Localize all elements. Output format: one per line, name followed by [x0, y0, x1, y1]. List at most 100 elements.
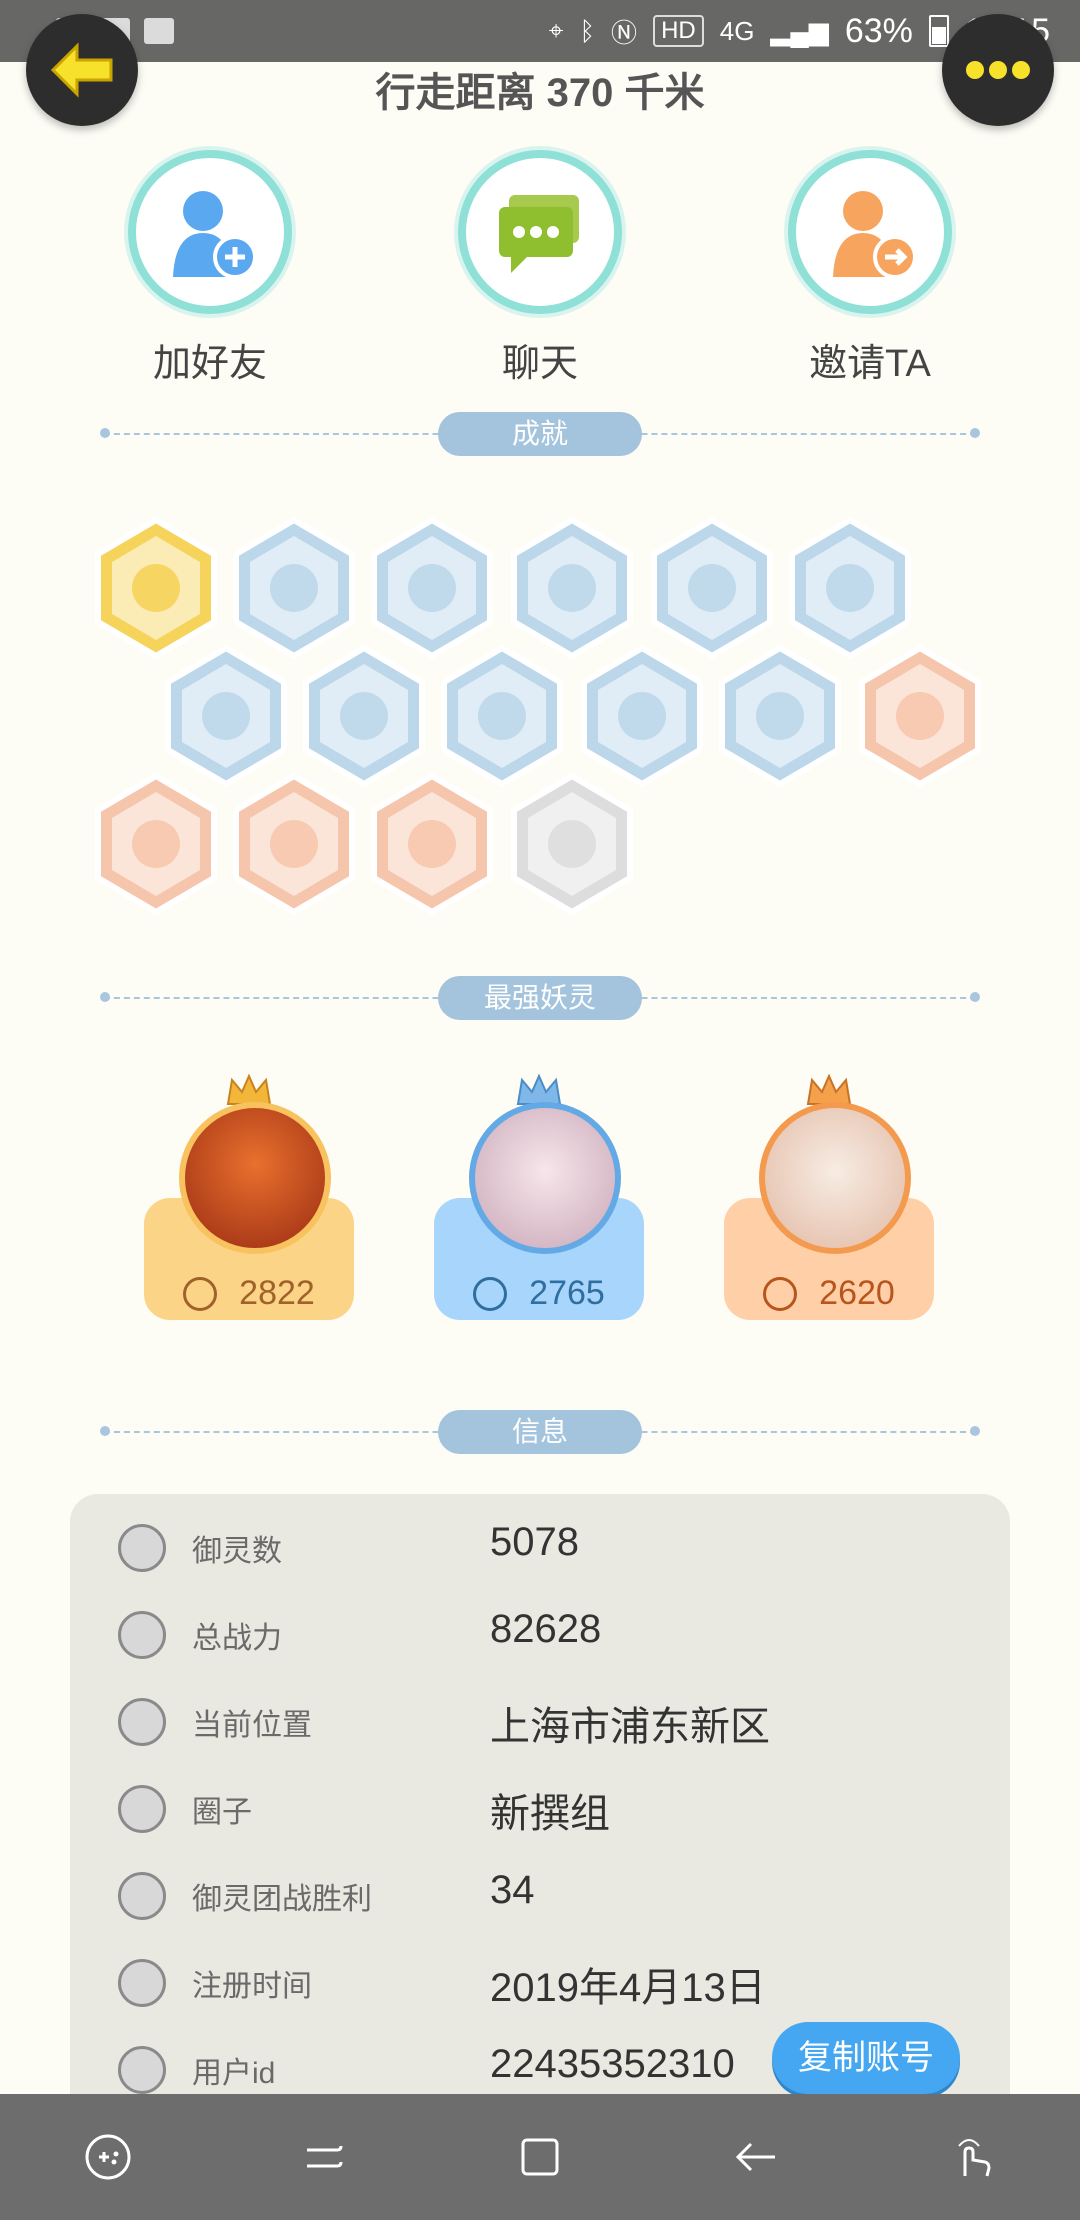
achievement-badge-7[interactable]	[162, 644, 290, 788]
location-icon: ⌖	[548, 15, 564, 45]
achievement-icon	[95, 516, 217, 660]
add-friend-button[interactable]: 加好友	[110, 150, 310, 387]
info-value: 5078	[490, 1520, 579, 1564]
achievement-badge-9[interactable]	[438, 644, 566, 788]
chat-button[interactable]: 聊天	[440, 150, 640, 387]
info-value: 新撰组	[490, 1792, 610, 1836]
sword-icon	[473, 1276, 508, 1311]
info-key: 总战力	[192, 1622, 282, 1655]
achievement-badge-12[interactable]	[856, 644, 984, 788]
chat-label: 聊天	[501, 343, 578, 385]
bluetooth-icon: ᛒ	[579, 15, 596, 46]
sword-icon	[183, 1276, 218, 1311]
home-button[interactable]	[512, 2129, 568, 2185]
achievement-icon	[233, 772, 355, 916]
recent-apps-button[interactable]	[296, 2129, 352, 2185]
more-button[interactable]	[942, 14, 1054, 126]
section-achievements: 成就	[100, 412, 980, 456]
add-user-icon	[173, 191, 257, 279]
chat-circle	[458, 150, 622, 314]
sword-icon	[118, 1611, 166, 1659]
info-key: 注册时间	[192, 1970, 312, 2003]
battery-icon	[928, 15, 949, 47]
section-title: 最强妖灵	[438, 976, 642, 1020]
info-value: 22435352310	[490, 2042, 735, 2086]
info-value: 2019年4月13日	[490, 1966, 766, 2010]
info-value: 34	[490, 1868, 535, 1912]
achievement-badge-11[interactable]	[716, 644, 844, 788]
status-bar: ⌖ ᛒ Ⓝ HD 4G ▂▄▆ 63% 13:15	[0, 0, 1080, 62]
back-nav-button[interactable]	[728, 2129, 784, 2185]
id-card-icon	[118, 2046, 166, 2094]
add-friend-label: 加好友	[152, 343, 267, 385]
achievement-badge-13[interactable]	[92, 772, 220, 916]
game-tools-button[interactable]	[80, 2129, 136, 2185]
achievement-icon	[581, 644, 703, 788]
info-key: 御灵团战胜利	[192, 1883, 372, 1916]
achievement-badge-5[interactable]	[648, 516, 776, 660]
navigation-bar	[0, 2094, 1080, 2220]
info-value: 82628	[490, 1607, 602, 1651]
target-icon	[118, 1785, 166, 1833]
home-icon	[521, 2138, 559, 2176]
touch-gesture-icon	[958, 2139, 991, 2177]
chat-icon	[499, 195, 579, 273]
gesture-button[interactable]	[944, 2129, 1000, 2185]
achievement-icon	[233, 516, 355, 660]
achievement-badge-3[interactable]	[368, 516, 496, 660]
info-key: 御灵数	[192, 1535, 282, 1568]
signal-icon: ▂▄▆	[770, 15, 829, 46]
hd-badge: HD	[653, 15, 704, 47]
info-key: 用户id	[192, 2057, 276, 2090]
section-title: 成就	[438, 412, 642, 456]
achievement-badge-8[interactable]	[300, 644, 428, 788]
spirit-avatar	[179, 1102, 331, 1254]
achievement-icon	[165, 644, 287, 788]
achievement-icon	[719, 644, 841, 788]
invite-user-icon	[833, 191, 917, 279]
add-friend-circle	[128, 150, 292, 314]
power-value: 2765	[529, 1274, 605, 1312]
achievement-icon	[303, 644, 425, 788]
achievement-icon	[859, 644, 981, 788]
back-arrow-icon	[735, 2142, 775, 2172]
achievement-badge-4[interactable]	[508, 516, 636, 660]
section-info: 信息	[100, 1410, 980, 1454]
info-row-spirit-count: 御灵数 5078	[70, 1516, 1010, 1576]
spirit-power: 2822	[144, 1274, 354, 1313]
achievement-badge-14[interactable]	[230, 772, 358, 916]
app-notification-icon	[144, 18, 174, 44]
sword-icon	[763, 1276, 798, 1311]
achievement-icon	[371, 772, 493, 916]
recent-apps-icon	[307, 2145, 343, 2168]
page-title: 行走距离 370 千米	[375, 71, 705, 115]
spirit-avatar	[469, 1102, 621, 1254]
achievement-badge-1[interactable]	[92, 516, 220, 660]
spirit-count-icon	[118, 1524, 166, 1572]
achievement-badge-2[interactable]	[230, 516, 358, 660]
info-card: 御灵数 5078 总战力 82628 当前位置 上海市浦东新区 圈子 新撰组 御…	[70, 1494, 1010, 2124]
info-row-location: 当前位置 上海市浦东新区	[70, 1690, 1010, 1750]
invite-label: 邀请TA	[809, 343, 931, 385]
achievement-icon	[511, 772, 633, 916]
achievement-badge-15[interactable]	[368, 772, 496, 916]
achievement-icon	[441, 644, 563, 788]
spirit-power: 2765	[434, 1274, 644, 1313]
network-type: 4G	[719, 15, 755, 46]
section-title: 信息	[438, 1410, 642, 1454]
achievement-badge-16[interactable]	[508, 772, 636, 916]
invite-button[interactable]: 邀请TA	[770, 150, 970, 387]
achievement-badge-6[interactable]	[786, 516, 914, 660]
achievement-badge-10[interactable]	[578, 644, 706, 788]
clock-icon	[118, 1959, 166, 2007]
achievement-icon	[95, 772, 217, 916]
info-row-total-power: 总战力 82628	[70, 1603, 1010, 1663]
gamepad-icon	[85, 2134, 131, 2180]
back-button[interactable]	[26, 14, 138, 126]
power-value: 2822	[239, 1274, 315, 1312]
info-value: 上海市浦东新区	[490, 1705, 770, 1749]
arrow-left-icon	[50, 42, 113, 98]
copy-account-button[interactable]: 复制账号	[772, 2022, 960, 2094]
location-pin-icon	[118, 1698, 166, 1746]
achievement-icon	[371, 516, 493, 660]
